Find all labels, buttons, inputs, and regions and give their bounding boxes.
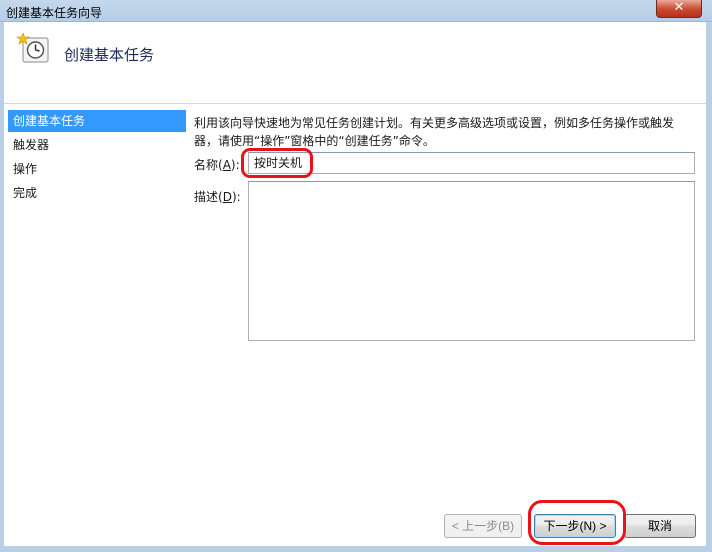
step-finish[interactable]: 完成 — [8, 182, 186, 204]
description-line-1: 利用该向导快速地为常见任务创建计划。有关更多高级选项或设置，例如多任务操作或触发 — [194, 116, 675, 130]
window-title: 创建基本任务向导 — [6, 6, 103, 20]
name-label: 名称(A): — [194, 158, 240, 172]
step-trigger[interactable]: 触发器 — [8, 134, 186, 156]
description-label: 描述(D): — [194, 190, 241, 204]
step-create-basic-task[interactable]: 创建基本任务 — [8, 110, 186, 132]
next-highlight-annotation — [528, 500, 626, 545]
back-button[interactable]: < 上一步(B) — [444, 514, 522, 538]
name-highlight-annotation — [241, 148, 313, 178]
wizard-header: 创建基本任务 — [4, 22, 706, 104]
page-title: 创建基本任务 — [64, 46, 155, 64]
close-button[interactable]: ✕ — [656, 0, 702, 18]
wizard-description: 利用该向导快速地为常见任务创建计划。有关更多高级选项或设置，例如多任务操作或触发… — [194, 114, 699, 150]
title-bar: 创建基本任务向导 ✕ — [0, 0, 712, 22]
name-input[interactable]: 按时关机 — [248, 152, 695, 174]
description-textarea[interactable] — [248, 181, 695, 341]
window-frame-bottom — [0, 546, 712, 552]
window-frame-right — [706, 22, 712, 552]
wizard-steps: 创建基本任务 触发器 操作 完成 — [4, 104, 186, 546]
task-clock-icon — [16, 32, 49, 63]
close-icon: ✕ — [673, 0, 685, 15]
cancel-button[interactable]: 取消 — [624, 514, 696, 538]
step-action[interactable]: 操作 — [8, 158, 186, 180]
